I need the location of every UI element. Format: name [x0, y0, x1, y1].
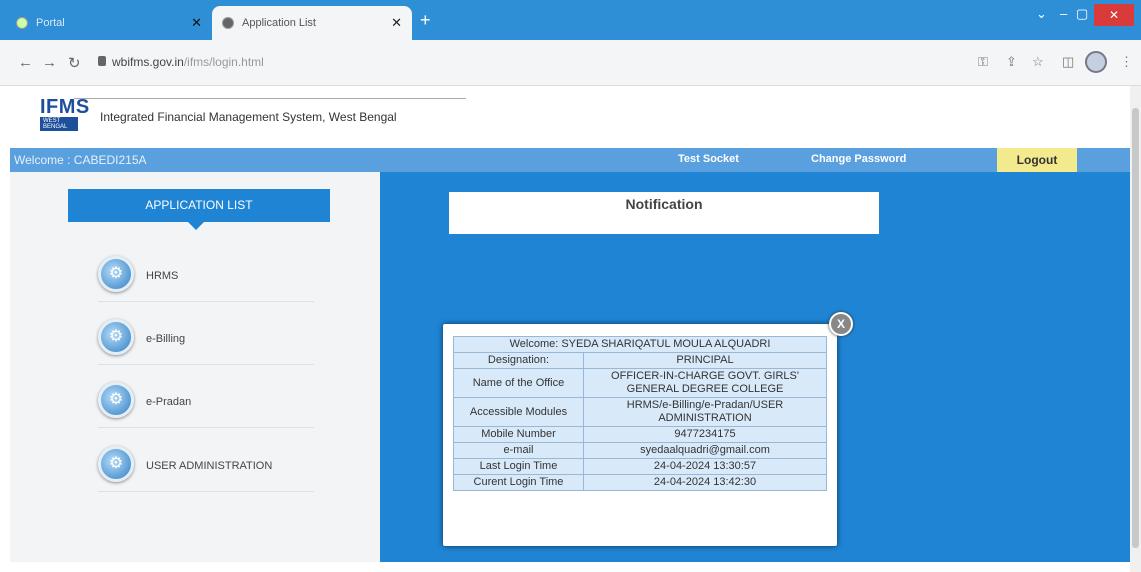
url-host: wbifms.gov.in	[112, 55, 184, 69]
accessible-modules-label: Accessible Modules	[453, 397, 584, 427]
table-row: Last Login Time 24-04-2024 13:30:57	[453, 458, 827, 475]
gear-icon: ⚙	[98, 446, 134, 482]
lock-icon	[98, 56, 106, 66]
url-path: /ifms/login.html	[183, 55, 264, 69]
welcome-cell: Welcome: SYEDA SHARIQATUL MOULA ALQUADRI	[453, 336, 827, 353]
current-login-value: 24-04-2024 13:42:30	[583, 474, 827, 491]
designation-value: PRINCIPAL	[583, 352, 827, 369]
page-scrollbar[interactable]	[1130, 86, 1141, 572]
tab-title: Application List	[242, 17, 316, 29]
gear-icon: ⚙	[98, 256, 134, 292]
office-name-value: OFFICER-IN-CHARGE GOVT. GIRLS' GENERAL D…	[583, 368, 827, 398]
table-row: Name of the Office OFFICER-IN-CHARGE GOV…	[453, 368, 827, 398]
app-item-label: e-Pradan	[146, 396, 192, 408]
popup-close-button[interactable]: X	[829, 312, 853, 336]
back-arrow-icon[interactable]: ←	[18, 54, 33, 71]
user-info-table: Welcome: SYEDA SHARIQATUL MOULA ALQUADRI…	[453, 336, 827, 491]
main-content-area: Notification X Welcome: SYEDA SHARIQATUL…	[380, 172, 1130, 562]
profile-avatar-icon[interactable]	[1085, 51, 1107, 73]
table-row: Designation: PRINCIPAL	[453, 352, 827, 369]
tab-application-list[interactable]: Application List ✕	[212, 6, 412, 40]
app-item-e-billing[interactable]: ⚙ e-Billing	[98, 315, 314, 365]
app-item-e-pradan[interactable]: ⚙ e-Pradan	[98, 378, 314, 428]
email-value: syedaalquadri@gmail.com	[583, 442, 827, 459]
forward-arrow-icon[interactable]: →	[42, 54, 57, 71]
chevron-down-icon[interactable]: ⌄	[1036, 6, 1047, 22]
test-socket-link[interactable]: Test Socket	[678, 153, 739, 165]
application-list-header: APPLICATION LIST	[68, 189, 330, 230]
logout-button[interactable]: Logout	[997, 148, 1077, 172]
last-login-label: Last Login Time	[453, 458, 584, 475]
designation-label: Designation:	[453, 352, 584, 369]
last-login-value: 24-04-2024 13:30:57	[583, 458, 827, 475]
office-name-label: Name of the Office	[453, 368, 584, 398]
mobile-number-label: Mobile Number	[453, 426, 584, 443]
tab-portal[interactable]: Portal ✕	[6, 6, 212, 40]
tab-title: Portal	[36, 17, 65, 29]
app-item-label: HRMS	[146, 270, 179, 282]
notification-title: Notification	[449, 192, 879, 234]
welcome-row: Welcome: SYEDA SHARIQATUL MOULA ALQUADRI	[453, 336, 827, 353]
portal-favicon-icon	[16, 17, 28, 29]
current-login-label: Curent Login Time	[453, 474, 584, 491]
maximize-icon[interactable]: ▢	[1076, 6, 1088, 22]
table-row: e-mail syedaalquadri@gmail.com	[453, 442, 827, 459]
new-tab-plus-icon[interactable]: +	[420, 10, 431, 31]
address-bar: ← → ↻ wbifms.gov.in/ifms/login.html ⚿ ⇪ …	[0, 40, 1141, 86]
ifms-logo: IFMS WEST BENGAL	[40, 96, 90, 131]
table-row: Accessible Modules HRMS/e-Billing/e-Prad…	[453, 397, 827, 427]
table-row: Curent Login Time 24-04-2024 13:42:30	[453, 474, 827, 491]
welcome-label: Welcome:	[509, 338, 559, 350]
minimize-icon[interactable]: –	[1060, 6, 1067, 21]
more-menu-icon[interactable]: ⋮	[1120, 54, 1133, 70]
app-item-label: e-Billing	[146, 333, 186, 345]
reload-icon[interactable]: ↻	[68, 54, 81, 72]
user-info-popup: X Welcome: SYEDA SHARIQATUL MOULA ALQUAD…	[443, 312, 853, 546]
app-item-hrms[interactable]: ⚙ HRMS	[98, 252, 314, 302]
change-password-link[interactable]: Change Password	[811, 153, 906, 165]
gear-icon: ⚙	[98, 319, 134, 355]
share-icon[interactable]: ⇪	[1006, 54, 1017, 70]
app-header: IFMS WEST BENGAL Integrated Financial Ma…	[10, 86, 1130, 148]
star-icon[interactable]: ☆	[1032, 54, 1044, 70]
welcome-name: SYEDA SHARIQATUL MOULA ALQUADRI	[561, 338, 771, 350]
accessible-modules-value: HRMS/e-Billing/e-Pradan/USER ADMINISTRAT…	[583, 397, 827, 427]
window-close-icon[interactable]: ✕	[1094, 4, 1134, 26]
table-row: Mobile Number 9477234175	[453, 426, 827, 443]
browser-tab-bar: Portal ✕ Application List ✕ + ⌄ – ▢ ✕	[0, 0, 1141, 40]
key-icon[interactable]: ⚿	[978, 54, 988, 70]
globe-favicon-icon	[222, 17, 234, 29]
welcome-bar: Welcome : CABEDI215A Test Socket Change …	[10, 148, 1130, 172]
gear-icon: ⚙	[98, 382, 134, 418]
scrollbar-thumb[interactable]	[1132, 108, 1139, 548]
app-item-user-administration[interactable]: ⚙ USER ADMINISTRATION	[98, 442, 314, 492]
logo-text: IFMS	[40, 96, 90, 118]
tab-close-icon[interactable]: ✕	[391, 15, 402, 31]
app-item-label: USER ADMINISTRATION	[146, 460, 273, 472]
welcome-user-text: Welcome : CABEDI215A	[14, 153, 147, 167]
email-label: e-mail	[453, 442, 584, 459]
tab-close-icon[interactable]: ✕	[191, 15, 202, 31]
logo-badge: WEST BENGAL	[40, 117, 78, 131]
mobile-number-value: 9477234175	[583, 426, 827, 443]
app-title: Integrated Financial Management System, …	[100, 110, 397, 124]
url-field[interactable]: wbifms.gov.in/ifms/login.html	[112, 55, 264, 69]
sidebar-panel-icon[interactable]: ◫	[1062, 54, 1074, 70]
application-list-panel: APPLICATION LIST ⚙ HRMS ⚙ e-Billing ⚙ e-…	[10, 172, 380, 562]
header-divider	[74, 98, 466, 99]
